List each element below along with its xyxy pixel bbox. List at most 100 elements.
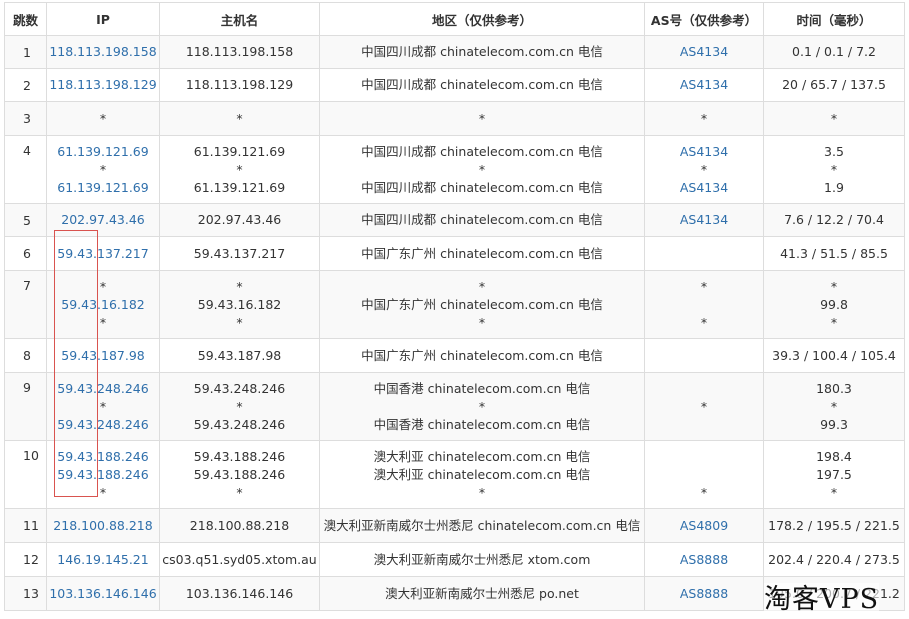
table-body: 1 118.113.198.158 118.113.198.158 中国四川成都 ch… — [4, 35, 905, 611]
ip-link[interactable]: 61.139.121.69 — [49, 143, 157, 161]
region-cell: * — [319, 101, 645, 136]
time-cell: 39.3 / 100.4 / 105.4 — [763, 338, 905, 373]
region-text: 澳大利亚新南威尔士州悉尼 po.net — [385, 585, 579, 601]
region-text: 中国广东广州 chinatelecom.com.cn 电信 — [361, 347, 603, 363]
ip-text: * — [99, 398, 107, 414]
region-text: 中国四川成都 chinatelecom.com.cn 电信 — [361, 44, 603, 59]
region-text: 澳大利亚新南威尔士州悉尼 chinatelecom.com.cn 电信 — [323, 517, 641, 533]
table-row: 12 146.19.145.21 cs03.q51.syd05.xtom.au 澳大利… — [4, 542, 905, 577]
region-cell: 中国四川成都 chinatelecom.com.cn 电信 — [319, 203, 645, 237]
ip-text: * — [99, 161, 107, 177]
ip-link[interactable]: 103.136.146.146 — [49, 585, 157, 603]
hop-cell: 11 — [4, 508, 47, 543]
asn-text — [647, 466, 761, 484]
region-text: 澳大利亚 chinatelecom.com.cn 电信 — [373, 448, 591, 464]
ip-link[interactable]: 59.43.187.98 — [49, 347, 157, 365]
host-cell: 118.113.198.129 — [159, 68, 320, 102]
asn-cell: * * — [644, 270, 764, 339]
asn-cell: AS4809 — [644, 508, 764, 543]
ip-cell: 59.43.187.98 — [46, 338, 160, 373]
time-text: * — [830, 110, 838, 126]
region-text: * — [478, 314, 486, 330]
ip-link[interactable]: 59.43.137.217 — [49, 245, 157, 263]
hop-cell: 1 — [4, 35, 47, 69]
ip-link[interactable]: 218.100.88.218 — [49, 517, 157, 535]
asn-cell: AS4134 — [644, 68, 764, 102]
asn-text: * — [700, 398, 708, 414]
ip-link[interactable]: 59.43.188.246 — [49, 466, 157, 484]
asn-link[interactable]: AS4809 — [647, 517, 761, 535]
asn-cell: AS8888 — [644, 542, 764, 577]
ip-link[interactable]: 146.19.145.21 — [49, 551, 157, 569]
ip-cell: * — [46, 101, 160, 136]
asn-link[interactable]: AS4134 — [647, 76, 761, 94]
asn-link[interactable]: AS8888 — [647, 551, 761, 569]
table-row: 2 118.113.198.129 118.113.198.129 中国四川成都 ch… — [4, 68, 905, 102]
time-text: 202.4 / 220.4 / 273.5 — [768, 551, 900, 567]
ip-text: * — [99, 278, 107, 294]
region-text: 中国四川成都 chinatelecom.com.cn 电信 — [361, 77, 603, 92]
asn-link[interactable]: AS4134 — [647, 179, 761, 197]
ip-text: * — [99, 110, 107, 126]
region-text: 中国香港 chinatelecom.com.cn 电信 — [373, 416, 591, 432]
region-cell: 中国四川成都 chinatelecom.com.cn 电信 * 中国四川成都 chi… — [319, 135, 645, 204]
host-text: 59.43.16.182 — [197, 296, 282, 312]
ip-cell: 61.139.121.69 * 61.139.121.69 — [46, 135, 160, 204]
host-text: 202.97.43.46 — [197, 212, 282, 227]
region-cell: 澳大利亚新南威尔士州悉尼 xtom.com — [319, 542, 645, 577]
host-cell: 61.139.121.69 * 61.139.121.69 — [159, 135, 320, 204]
table-row: 4 61.139.121.69 * 61.139.121.69 61.139.121.6… — [4, 135, 905, 204]
asn-text: * — [700, 278, 708, 294]
header-time: 时间（毫秒） — [763, 2, 905, 36]
host-text: 118.113.198.129 — [185, 77, 294, 92]
host-cell: 118.113.198.158 — [159, 35, 320, 69]
region-cell: 澳大利亚新南威尔士州悉尼 po.net — [319, 576, 645, 611]
ip-link[interactable]: 118.113.198.129 — [49, 76, 157, 94]
time-cell: 178.2 / 195.5 / 221.5 — [763, 508, 905, 543]
ip-link[interactable]: 59.43.248.246 — [49, 416, 157, 434]
asn-link[interactable]: AS4134 — [647, 143, 761, 161]
asn-link[interactable]: AS8888 — [647, 585, 761, 603]
ip-text: * — [99, 484, 107, 500]
hop-cell: 3 — [4, 101, 47, 136]
hop-cell: 5 — [4, 203, 47, 237]
region-cell: 澳大利亚 chinatelecom.com.cn 电信 澳大利亚 chinatel… — [319, 440, 645, 509]
time-cell: 0.1 / 0.1 / 7.2 — [763, 35, 905, 69]
ip-link[interactable]: 202.97.43.46 — [49, 211, 157, 229]
time-cell: * — [763, 101, 905, 136]
asn-link[interactable]: AS4134 — [647, 43, 761, 61]
hop-cell: 10 — [4, 440, 47, 509]
time-cell: 20 / 65.7 / 137.5 — [763, 68, 905, 102]
traceroute-table: 跳数 IP 主机名 地区（仅供参考） AS号（仅供参考） 时间（毫秒） 1 118… — [4, 2, 905, 611]
host-text: 218.100.88.218 — [189, 517, 290, 533]
ip-link[interactable]: 61.139.121.69 — [49, 179, 157, 197]
host-text: 118.113.198.158 — [185, 44, 294, 59]
region-cell: 中国四川成都 chinatelecom.com.cn 电信 — [319, 35, 645, 69]
ip-link[interactable]: 59.43.248.246 — [49, 380, 157, 398]
time-cell: 202.4 / 220.4 / 273.5 — [763, 542, 905, 577]
host-text: 61.139.121.69 — [193, 143, 286, 159]
ip-link[interactable]: 118.113.198.158 — [49, 43, 157, 61]
region-cell: 澳大利亚新南威尔士州悉尼 chinatelecom.com.cn 电信 — [319, 508, 645, 543]
region-text: 澳大利亚 chinatelecom.com.cn 电信 — [373, 466, 591, 482]
ip-link[interactable]: 59.43.188.246 — [49, 448, 157, 466]
host-cell: 103.136.146.146 — [159, 576, 320, 611]
host-text: 59.43.248.246 — [193, 416, 286, 432]
host-cell: * 59.43.16.182 * — [159, 270, 320, 339]
asn-text — [647, 448, 761, 466]
host-text: 61.139.121.69 — [193, 179, 286, 195]
asn-cell: AS4134 — [644, 203, 764, 237]
header-host: 主机名 — [159, 2, 320, 36]
time-text: 7.6 / 12.2 / 70.4 — [784, 212, 884, 227]
ip-cell: 59.43.188.246 59.43.188.246 * — [46, 440, 160, 509]
ip-cell: 146.19.145.21 — [46, 542, 160, 577]
header-asn: AS号（仅供参考） — [644, 2, 764, 36]
hop-cell: 13 — [4, 576, 47, 611]
time-cell: 41.3 / 51.5 / 85.5 — [763, 236, 905, 271]
host-text: cs03.q51.syd05.xtom.au — [162, 551, 317, 567]
asn-link[interactable]: AS4134 — [647, 211, 761, 229]
region-text: 中国广东广州 chinatelecom.com.cn 电信 — [361, 296, 603, 312]
asn-text — [647, 296, 761, 314]
host-text: * — [236, 398, 243, 414]
ip-link[interactable]: 59.43.16.182 — [49, 296, 157, 314]
